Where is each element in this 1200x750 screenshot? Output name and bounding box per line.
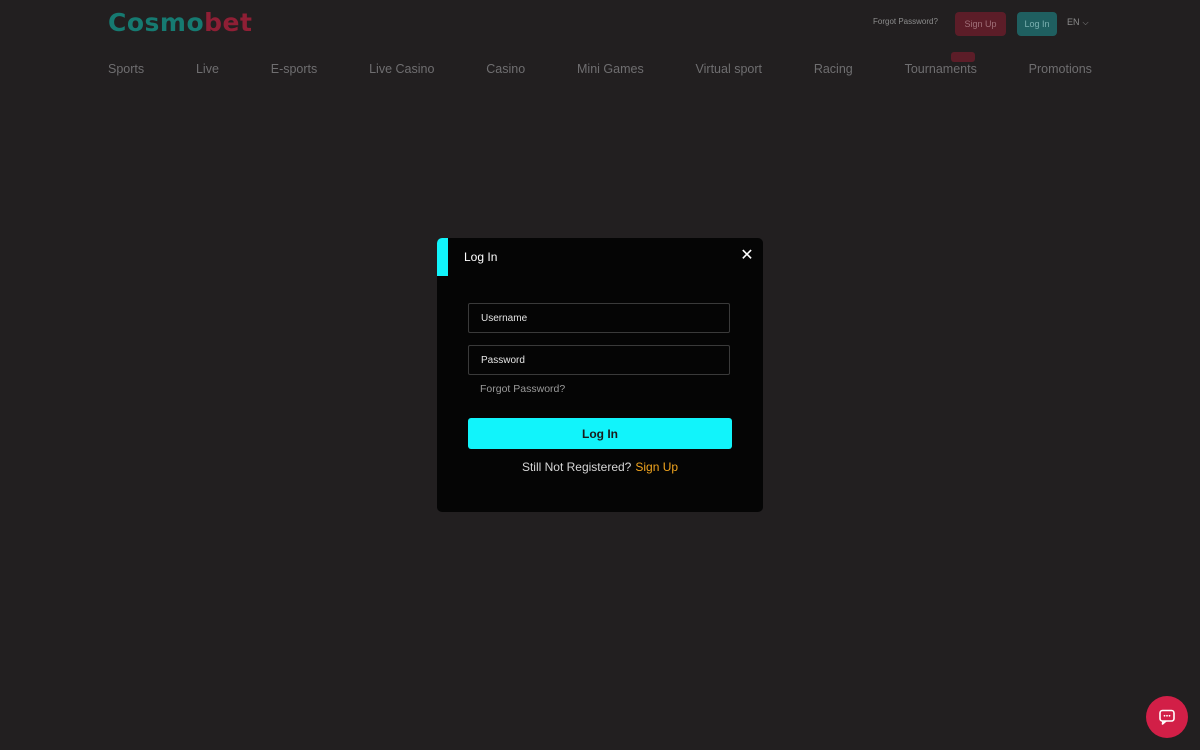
chat-icon [1159, 709, 1175, 725]
password-field[interactable] [468, 345, 730, 375]
modal-accent-bar [437, 238, 448, 276]
register-row: Still Not Registered? Sign Up [437, 460, 763, 474]
close-icon[interactable]: ✕ [739, 247, 755, 263]
chat-button[interactable] [1146, 696, 1188, 738]
modal-title: Log In [464, 250, 498, 264]
password-input[interactable] [469, 346, 729, 374]
username-input[interactable] [469, 304, 729, 332]
login-button[interactable]: Log In [468, 418, 732, 449]
signup-link[interactable]: Sign Up [635, 460, 678, 474]
login-modal: Log In ✕ Forgot Password? Log In Still N… [437, 238, 763, 512]
register-question: Still Not Registered? [521, 460, 632, 474]
forgot-password-link[interactable]: Forgot Password? [480, 383, 565, 395]
username-field[interactable] [468, 303, 730, 333]
page: Cosmobet Forgot Password? Sign Up Log In… [0, 0, 1200, 750]
